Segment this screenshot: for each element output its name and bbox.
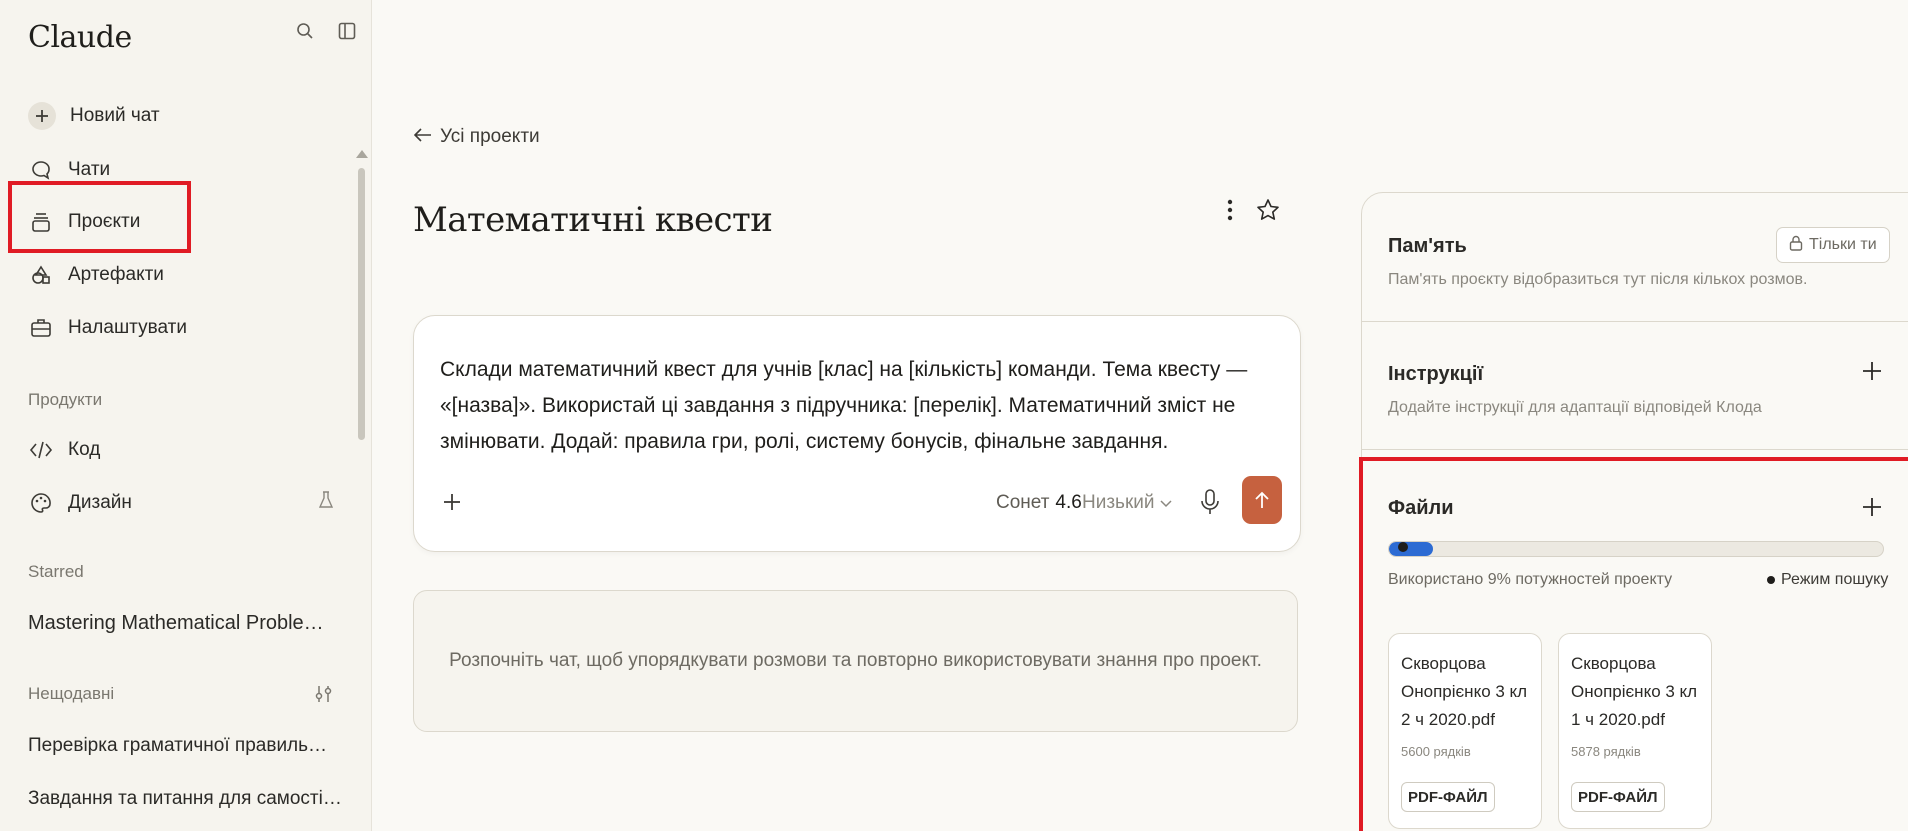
visibility-label: Тільки ти [1809,236,1877,253]
recent-chat-item[interactable]: Перевірка граматичної правиль… [28,735,327,757]
recent-chat-item[interactable]: Завдання та питання для самості… [28,788,342,810]
file-card[interactable]: Скворцова Онопрієнко 3 кл 1 ч 2020.pdf 5… [1558,633,1712,829]
nav-label: Дизайн [68,492,132,513]
capacity-progress-bar [1388,541,1884,557]
file-name: Скворцова Онопрієнко 3 кл 1 ч 2020.pdf [1571,654,1698,729]
filter-icon[interactable] [314,684,334,709]
status-dot [1767,576,1775,584]
memory-subtitle: Пам'ять проєкту відобразиться тут після … [1388,271,1808,288]
add-instructions-button[interactable] [1862,357,1882,387]
nav-label: Чати [68,159,111,180]
model-name: Сонет [996,492,1050,513]
section-label-products: Продукти [28,390,103,409]
effort-selector[interactable]: Низький [1082,492,1173,514]
progress-marker [1398,542,1408,552]
file-line-count: 5878 рядків [1571,744,1641,759]
chat-composer[interactable]: Склади математичний квест для учнів [кла… [413,315,1301,552]
nav-label: Код [68,439,101,460]
shapes-icon [28,262,54,288]
sidebar-item-artifacts[interactable]: Артефакти [28,255,164,295]
plus-icon [1863,498,1881,516]
sidebar-item-design[interactable]: Дизайн [28,483,338,523]
section-label-starred: Starred [28,562,84,581]
file-type-badge: PDF-ФАЙЛ [1571,782,1665,812]
folder-stack-icon [28,209,54,235]
project-knowledge-panel: Пам'ять Пам'ять проєкту відобразиться ту… [1361,192,1908,831]
brand-logo[interactable]: Claude [28,20,132,55]
section-label-recents: Нещодавні [28,684,115,703]
sidebar-item-customize[interactable]: Налаштувати [28,308,187,348]
add-files-button[interactable] [1862,493,1882,523]
file-line-count: 5600 рядків [1401,744,1471,759]
capacity-progress-fill [1389,542,1434,556]
page-title: Математичні квести [413,200,773,240]
instructions-subtitle: Додайте інструкції для адаптації відпові… [1388,399,1762,416]
plus-icon [444,494,460,510]
nav-label: Артефакти [68,264,164,285]
sidebar-item-code[interactable]: Код [28,430,100,470]
file-name: Скворцова Онопрієнко 3 кл 2 ч 2020.pdf [1401,654,1528,729]
memory-visibility-button[interactable]: Тільки ти [1776,227,1890,263]
lock-icon [1789,235,1803,256]
instructions-title: Інструкції [1388,363,1484,385]
sidebar-item-projects[interactable]: Проєкти [28,202,140,242]
file-type-badge: PDF-ФАЙЛ [1401,782,1495,812]
sidebar-scrollbar[interactable] [358,168,365,440]
arrow-left-icon [413,126,432,148]
search-mode-label: Режим пошуку [1781,571,1889,588]
capacity-usage-text: Використано 9% потужностей проекту [1388,571,1673,588]
plus-icon [1863,362,1881,380]
starred-item[interactable]: Mastering Mathematical Proble… [28,612,324,635]
star-icon[interactable] [1256,198,1280,227]
empty-state-text: Розпочніть чат, щоб упорядкувати розмови… [449,650,1262,671]
effort-label: Низький [1082,492,1155,513]
send-button[interactable] [1242,476,1282,524]
chats-empty-state: Розпочніть чат, щоб упорядкувати розмови… [413,590,1298,732]
chevron-down-icon [1160,492,1173,514]
more-options-icon[interactable] [1226,198,1234,227]
model-version: 4.6 [1055,492,1082,513]
plus-icon [28,102,56,130]
memory-title: Пам'ять [1388,235,1467,257]
back-to-projects-link[interactable]: Усі проекти [413,126,540,148]
chat-bubble-icon [28,157,54,183]
title-actions [1226,198,1280,227]
divider [1362,321,1908,322]
scroll-up-arrow[interactable] [356,150,368,158]
sidebar: Claude Новий чат Чати Проєкти Артефакти [0,0,372,831]
microphone-icon[interactable] [1200,488,1220,521]
arrow-up-icon [1255,491,1269,508]
nav-label: Новий чат [70,105,160,126]
sidebar-item-chats[interactable]: Чати [28,150,110,190]
briefcase-icon [28,315,54,341]
search-icon[interactable] [294,20,316,42]
search-mode-indicator[interactable]: Режим пошуку [1767,571,1888,589]
files-title: Файли [1388,497,1454,519]
file-card[interactable]: Скворцова Онопрієнко 3 кл 2 ч 2020.pdf 5… [1388,633,1542,829]
new-chat-button[interactable]: Новий чат [28,96,160,136]
nav-label: Налаштувати [68,317,187,338]
divider [1362,449,1908,450]
sidebar-top-icons [294,20,358,42]
composer-input[interactable]: Склади математичний квест для учнів [кла… [440,352,1250,460]
back-label: Усі проекти [440,126,540,147]
palette-icon [28,490,54,516]
model-selector[interactable]: Сонет 4.6 [996,492,1082,514]
flask-icon [318,490,334,516]
sidebar-toggle-icon[interactable] [336,20,358,42]
code-icon [28,437,54,463]
attach-button[interactable] [442,486,462,520]
nav-label: Проєкти [68,211,141,232]
